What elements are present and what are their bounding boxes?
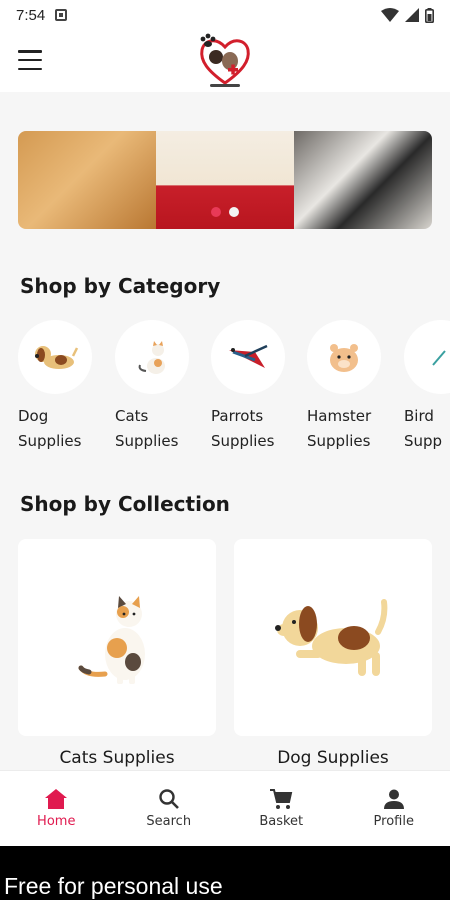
category-label: Cats Supplies (115, 407, 179, 450)
carousel-indicator (18, 207, 432, 217)
calico-cat-illustration (18, 539, 216, 736)
nav-basket[interactable]: Basket (225, 771, 338, 846)
shop-by-category-title: Shop by Category (20, 274, 221, 298)
wifi-icon (381, 8, 399, 22)
nav-basket-label: Basket (259, 814, 304, 829)
category-cats-supplies[interactable]: Cats Supplies (115, 320, 205, 454)
watermark-banner: Free for personal use (0, 846, 450, 900)
nav-search-label: Search (146, 814, 192, 829)
nav-home[interactable]: Home (0, 771, 113, 846)
parrot-icon (211, 320, 285, 394)
cell-signal-icon (405, 8, 419, 22)
status-time: 7:54 (16, 6, 46, 24)
profile-icon (383, 789, 404, 809)
home-icon (45, 789, 68, 809)
beagle-dog-illustration (234, 539, 432, 736)
category-label: Hamster Supplies (307, 407, 372, 450)
hamburger-menu-icon[interactable] (18, 50, 42, 70)
category-label: Bird Supp (404, 407, 443, 450)
category-parrots-supplies[interactable]: Parrots Supplies (211, 320, 301, 454)
bird-icon (404, 320, 450, 394)
collection-label: Cats Supplies (59, 748, 175, 768)
status-bar: 7:54 (0, 0, 450, 30)
nav-profile[interactable]: Profile (338, 771, 450, 846)
collection-label: Dog Supplies (277, 748, 389, 768)
nav-home-label: Home (37, 814, 76, 829)
carousel-dot-active[interactable] (229, 207, 239, 217)
promo-banner-carousel[interactable] (18, 131, 432, 229)
nav-search[interactable]: Search (113, 771, 226, 846)
category-bird-supplies[interactable]: Bird Supp (404, 320, 450, 454)
category-label: Parrots Supplies (211, 407, 275, 450)
search-icon (159, 789, 179, 809)
pet-clinic-logo (200, 33, 250, 87)
dog-icon (18, 320, 92, 394)
bottom-navigation: Home Search Basket Profile (0, 770, 450, 846)
notification-icon (55, 9, 68, 21)
cart-icon (270, 789, 293, 809)
battery-icon (425, 7, 434, 23)
app-bar (0, 30, 450, 92)
collection-card-dogs[interactable]: Dog Supplies (234, 539, 432, 771)
category-label: Dog Supplies (18, 407, 82, 450)
hamster-icon (307, 320, 381, 394)
category-dog-supplies[interactable]: Dog Supplies (18, 320, 108, 454)
collection-card-cats[interactable]: Cats Supplies (18, 539, 216, 771)
collection-list: Cats Supplies Dog Supplies (18, 539, 432, 771)
shop-by-collection-title: Shop by Collection (20, 492, 230, 516)
cat-icon (115, 320, 189, 394)
carousel-dot[interactable] (211, 207, 221, 217)
status-icons (381, 7, 434, 23)
category-hamster-supplies[interactable]: Hamster Supplies (307, 320, 397, 454)
nav-profile-label: Profile (373, 814, 414, 829)
category-list: Dog Supplies Cats Supplies Parrots Suppl… (18, 320, 450, 460)
